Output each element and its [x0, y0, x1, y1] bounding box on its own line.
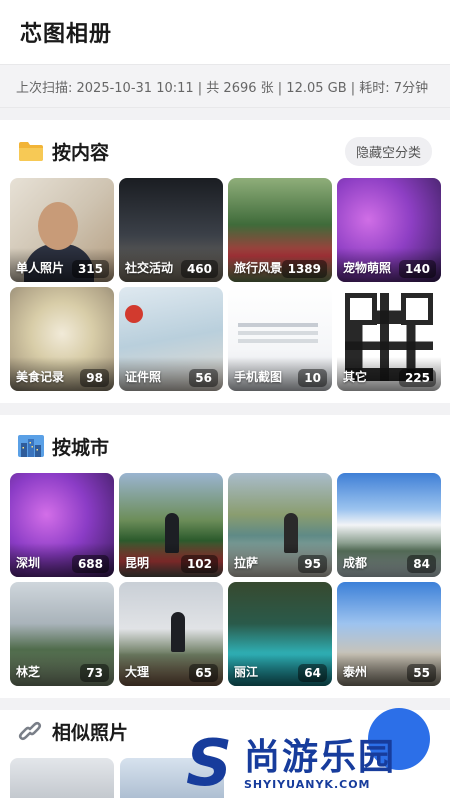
tile-label: 深圳	[16, 556, 41, 570]
city-tile-lijiang[interactable]: 丽江 64	[228, 582, 332, 686]
tile-count: 55	[407, 664, 436, 682]
similar-thumbnail[interactable]	[10, 758, 114, 798]
tile-count: 10	[298, 369, 327, 387]
watermark-url: SHYIYUANYK.COM	[244, 777, 371, 791]
tile-count: 95	[298, 555, 327, 573]
city-tile-dali[interactable]: 大理 65	[119, 582, 223, 686]
tile-label: 证件照	[125, 370, 162, 384]
tile-label: 拉萨	[234, 556, 259, 570]
category-tile-social[interactable]: 社交活动 460	[119, 178, 223, 282]
link-icon	[18, 721, 42, 741]
tile-count: 1389	[281, 260, 327, 278]
city-tile-kunming[interactable]: 昆明 102	[119, 473, 223, 577]
tile-count: 84	[407, 555, 436, 573]
section-title-text: 相似照片	[52, 721, 129, 744]
tile-label: 其它	[343, 370, 368, 384]
watermark-logo-icon: S	[185, 727, 233, 800]
tile-label: 丽江	[234, 665, 259, 679]
tile-count: 315	[71, 260, 109, 278]
section-title: 相似照片	[18, 718, 128, 745]
tile-count: 73	[80, 664, 109, 682]
category-tile-id-photo[interactable]: 证件照 56	[119, 287, 223, 391]
section-header: 按城市	[10, 429, 440, 463]
scan-status-text: 上次扫描: 2025-10-31 10:11 | 共 2696 张 | 12.0…	[16, 80, 429, 96]
section-title: 按内容	[18, 138, 109, 165]
category-tile-other[interactable]: 其它 225	[337, 287, 441, 391]
app-title: 芯图相册	[20, 22, 113, 47]
tile-label: 社交活动	[125, 261, 174, 275]
app-header: 芯图相册	[0, 0, 450, 64]
tile-count: 460	[180, 260, 218, 278]
site-watermark: S 尚游乐园 SHYIYUANYK.COM	[178, 727, 450, 800]
tile-count: 98	[80, 369, 109, 387]
city-tile-linzhi[interactable]: 林芝 73	[10, 582, 114, 686]
category-tile-food[interactable]: 美食记录 98	[10, 287, 114, 391]
tile-count: 56	[189, 369, 218, 387]
tile-label: 美食记录	[16, 370, 65, 384]
tile-label: 林芝	[16, 665, 41, 679]
city-grid: 深圳 688 昆明 102 拉萨 95 成都 84 林芝 73 大理 65 丽江…	[10, 473, 441, 686]
section-by-content: 按内容 隐藏空分类 单人照片 315 社交活动 460 旅行风景 1389 宠物…	[0, 120, 450, 403]
tile-label: 宠物萌照	[343, 261, 392, 275]
tile-count: 102	[180, 555, 218, 573]
scan-status: 上次扫描: 2025-10-31 10:11 | 共 2696 张 | 12.0…	[0, 64, 450, 108]
section-header: 按内容 隐藏空分类	[10, 134, 440, 168]
category-tile-screenshot[interactable]: 手机截图 10	[228, 287, 332, 391]
section-title: 按城市	[18, 433, 109, 460]
tile-label: 泰州	[343, 665, 368, 679]
category-tile-travel[interactable]: 旅行风景 1389	[228, 178, 332, 282]
section-title-text: 按内容	[52, 141, 110, 164]
section-title-text: 按城市	[52, 436, 110, 459]
tile-label: 手机截图	[234, 370, 283, 384]
hide-empty-toggle[interactable]: 隐藏空分类	[344, 136, 432, 166]
tile-count: 140	[398, 260, 436, 278]
content-grid: 单人照片 315 社交活动 460 旅行风景 1389 宠物萌照 140 美食记…	[10, 178, 441, 391]
tile-label: 昆明	[125, 556, 150, 570]
tile-label: 单人照片	[16, 261, 65, 275]
tile-label: 大理	[125, 665, 150, 679]
city-tile-chengdu[interactable]: 成都 84	[337, 473, 441, 577]
city-icon	[18, 435, 44, 457]
folder-icon	[19, 142, 43, 161]
tile-label: 旅行风景	[234, 261, 283, 275]
section-by-city: 按城市 深圳 688 昆明 102 拉萨 95 成都 84 林芝 73 大理 6…	[0, 415, 450, 698]
tile-count: 225	[398, 369, 436, 387]
person-figure	[171, 612, 185, 652]
category-tile-pet[interactable]: 宠物萌照 140	[337, 178, 441, 282]
tile-count: 688	[71, 555, 109, 573]
tile-label: 成都	[343, 556, 368, 570]
watermark-text: 尚游乐园	[244, 736, 397, 778]
city-tile-taizhou[interactable]: 泰州 55	[337, 582, 441, 686]
city-tile-lasa[interactable]: 拉萨 95	[228, 473, 332, 577]
city-tile-shenzhen[interactable]: 深圳 688	[10, 473, 114, 577]
category-tile-portrait[interactable]: 单人照片 315	[10, 178, 114, 282]
tile-count: 64	[298, 664, 327, 682]
tile-count: 65	[189, 664, 218, 682]
